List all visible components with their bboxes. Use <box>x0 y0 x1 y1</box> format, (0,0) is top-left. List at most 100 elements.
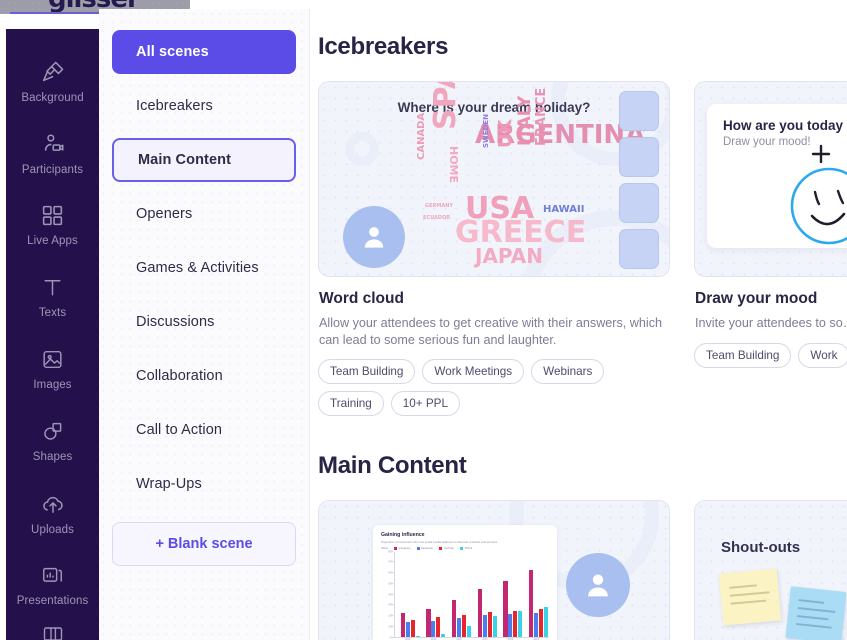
chart-bar <box>466 625 472 637</box>
legend-entry: TikTok <box>460 546 472 550</box>
scene-item-label: Wrap-Ups <box>136 476 202 492</box>
chart-bar <box>508 614 513 637</box>
scene-thumbnail-chart[interactable]: Gaining influence Proportion of consumer… <box>318 500 670 640</box>
scene-gallery: Icebreakers Where is your dream holiday?… <box>310 9 847 640</box>
chart-bar <box>415 635 420 637</box>
card-tag[interactable]: 10+ PPL <box>390 391 460 417</box>
card-title: Word cloud <box>319 290 404 307</box>
avatar <box>566 553 630 618</box>
chart-bar-group <box>477 589 497 637</box>
card-title: Draw your mood <box>695 290 818 307</box>
chart-bar <box>528 570 534 637</box>
scene-item-call-to-action[interactable]: Call to Action <box>112 408 296 452</box>
layout-icon <box>41 624 65 640</box>
shapes-icon <box>40 419 65 444</box>
scene-item-icebreakers[interactable]: Icebreakers <box>112 84 296 128</box>
cloud-upload-icon <box>40 491 66 517</box>
card-tag[interactable]: Training <box>318 391 384 417</box>
chart-bar-group <box>426 608 446 637</box>
add-blank-scene-button[interactable]: + Blank scene <box>112 522 296 566</box>
bar-chart-slides-icon <box>40 563 65 588</box>
word-cloud-word: HAWAII <box>543 204 585 215</box>
scene-card-shout-outs[interactable]: Shout-outs <box>694 500 847 640</box>
rail-item-layout[interactable] <box>6 621 99 640</box>
word-cloud-word: FRANCE <box>534 87 549 146</box>
card-tag[interactable]: Work Meetings <box>422 359 525 385</box>
header-menu-add-remove[interactable]: Add or Remove <box>185 0 266 1</box>
rail-label-images: Images <box>33 379 72 391</box>
chart-bar <box>487 612 492 637</box>
scene-card-word-cloud[interactable]: Where is your dream holiday? ARGENTINASP… <box>318 81 670 417</box>
chart-bar <box>492 616 497 637</box>
scene-thumbnail-word-cloud[interactable]: Where is your dream holiday? ARGENTINASP… <box>318 81 670 277</box>
card-tag[interactable]: Team Building <box>694 342 792 368</box>
scene-card-draw-your-mood[interactable]: How are you today Draw your mood! Draw y… <box>694 81 847 416</box>
card-tag-list: Team Building Work Meetings Webinars Tra… <box>318 359 670 417</box>
paint-roller-icon <box>40 59 66 85</box>
legend-entry: Instagram <box>394 546 411 550</box>
left-tool-rail: Background Participants Live Apps Texts … <box>6 29 99 640</box>
chart-title: Gaining influence <box>381 532 425 539</box>
rail-item-participants[interactable]: Participants <box>6 117 99 189</box>
scene-item-discussions[interactable]: Discussions <box>112 300 296 344</box>
word-cloud-word: GREECE <box>455 215 587 250</box>
scene-thumbnail-draw-your-mood[interactable]: How are you today Draw your mood! <box>694 81 847 277</box>
scene-item-collaboration[interactable]: Collaboration <box>112 354 296 398</box>
smiley-face-drawing-icon <box>790 144 847 245</box>
word-cloud-word: SWEDEN <box>482 114 490 148</box>
shout-outs-title: Shout-outs <box>721 539 801 557</box>
chart-y-tick: 60% <box>388 571 394 575</box>
word-cloud-word: GERMANY <box>425 203 454 209</box>
scene-category-panel: All scenes Icebreakers Main Content Open… <box>99 9 310 640</box>
chart-bar <box>461 615 467 637</box>
scene-item-wrap-ups[interactable]: Wrap-Ups <box>112 462 296 506</box>
chart-bar-group <box>503 580 523 637</box>
chart-bar <box>482 615 487 637</box>
image-icon <box>40 347 65 372</box>
chart-bar <box>513 610 518 637</box>
rail-item-texts[interactable]: Texts <box>6 261 99 333</box>
scene-item-games-activities[interactable]: Games & Activities <box>112 246 296 290</box>
rail-item-images[interactable]: Images <box>6 333 99 405</box>
scene-item-label: Icebreakers <box>136 98 213 114</box>
chart-bar <box>477 589 482 637</box>
avatar <box>343 206 405 268</box>
legend-label: Instagram <box>398 546 411 550</box>
word-cloud-word: ITALY <box>515 95 535 146</box>
card-tag[interactable]: Webinars <box>531 359 605 385</box>
chart-bar <box>543 606 549 637</box>
word-cloud-word: CANADA <box>416 112 427 160</box>
rail-item-uploads[interactable]: Uploads <box>6 477 99 549</box>
scene-item-openers[interactable]: Openers <box>112 192 296 236</box>
rail-label-texts: Texts <box>38 307 67 319</box>
chart-bar <box>451 600 457 637</box>
rail-label-shapes: Shapes <box>32 451 73 463</box>
chart-bar-group <box>400 613 420 637</box>
scene-item-main-content[interactable]: Main Content <box>112 138 296 182</box>
scene-item-label: Discussions <box>136 314 215 330</box>
rail-item-shapes[interactable]: Shapes <box>6 405 99 477</box>
scene-item-all-scenes[interactable]: All scenes <box>112 30 296 74</box>
scene-thumbnail-shout-outs[interactable]: Shout-outs <box>694 500 847 640</box>
person-icon <box>364 227 384 248</box>
scene-card-chart[interactable]: Gaining influence Proportion of consumer… <box>318 500 670 640</box>
rail-item-presentations[interactable]: Presentations <box>6 549 99 621</box>
chevron-left-icon[interactable]: ‹ <box>30 0 35 5</box>
chart-y-tick: 50% <box>388 582 394 586</box>
chart-subtitle: Proportion of consumers who use social m… <box>381 539 498 544</box>
card-tag[interactable]: Team Building <box>318 359 416 385</box>
chart-y-tick: 40% <box>388 593 394 597</box>
rail-item-live-apps[interactable]: Live Apps <box>6 189 99 261</box>
grid-apps-icon <box>40 203 65 228</box>
chart-bar <box>405 621 410 637</box>
scene-item-label: Collaboration <box>136 368 223 384</box>
app-root: ‹ glisser Add or Remove Media Background <box>0 0 847 640</box>
sticky-note-blue <box>785 586 847 640</box>
card-tag[interactable]: Work <box>798 342 847 368</box>
header-menu-media[interactable]: Media <box>320 0 351 1</box>
legend-label: YouTube <box>443 546 454 550</box>
rail-label-presentations: Presentations <box>16 595 89 607</box>
rail-item-background[interactable]: Background <box>6 45 99 117</box>
chart-y-tick: 30% <box>388 603 394 607</box>
chart-bar <box>410 619 415 637</box>
